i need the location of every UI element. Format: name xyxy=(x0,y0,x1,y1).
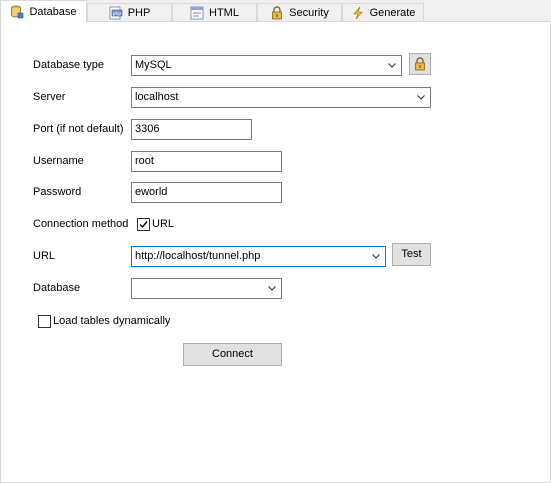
database-type-select[interactable]: MySQL xyxy=(131,55,402,76)
chevron-down-icon xyxy=(417,95,425,100)
database-icon xyxy=(10,5,24,19)
url-checkbox[interactable] xyxy=(137,218,150,231)
server-select[interactable]: localhost xyxy=(131,87,431,108)
lightning-icon xyxy=(351,6,365,20)
url-combobox[interactable]: http://localhost/tunnel.php xyxy=(131,246,386,267)
server-label: Server xyxy=(33,91,66,103)
tab-security-label: Security xyxy=(289,7,329,19)
database-label: Database xyxy=(33,282,81,294)
url-checkbox-label[interactable]: URL xyxy=(152,218,174,230)
php-icon: php xyxy=(109,6,123,20)
tab-database[interactable]: Database xyxy=(0,0,87,23)
tab-generate-label: Generate xyxy=(369,7,416,19)
load-tables-label[interactable]: Load tables dynamically xyxy=(53,315,170,327)
database-type-value: MySQL xyxy=(135,59,172,71)
tab-database-label: Database xyxy=(29,6,77,18)
tab-generate[interactable]: Generate xyxy=(342,3,424,22)
tab-html[interactable]: HTML xyxy=(172,3,257,22)
username-input[interactable]: root xyxy=(131,151,282,172)
password-label: Password xyxy=(33,186,82,198)
server-value: localhost xyxy=(135,91,179,103)
username-label: Username xyxy=(33,155,84,167)
lock-icon xyxy=(270,6,284,20)
chevron-down-icon xyxy=(372,254,380,259)
chevron-down-icon xyxy=(268,286,276,291)
html-icon xyxy=(190,6,204,20)
chevron-down-icon xyxy=(388,63,396,68)
load-tables-checkbox[interactable] xyxy=(38,315,51,328)
test-button[interactable]: Test xyxy=(392,243,431,266)
tab-strip: Database php PHP HTML Security Generate xyxy=(0,0,551,23)
tab-php[interactable]: php PHP xyxy=(87,3,172,22)
svg-text:php: php xyxy=(112,11,121,17)
connection-method-label: Connection method xyxy=(33,218,129,230)
password-input[interactable]: eworld xyxy=(131,182,282,203)
tab-html-label: HTML xyxy=(209,7,239,19)
lock-button[interactable] xyxy=(409,53,431,75)
tab-php-label: PHP xyxy=(127,7,151,19)
database-type-label: Database type xyxy=(33,59,104,71)
url-value: http://localhost/tunnel.php xyxy=(135,250,261,262)
database-select[interactable] xyxy=(131,278,282,299)
connect-button[interactable]: Connect xyxy=(183,343,282,366)
checkmark-icon xyxy=(139,221,148,229)
lock-icon xyxy=(415,57,425,71)
url-label: URL xyxy=(33,250,56,262)
tab-security[interactable]: Security xyxy=(257,3,342,22)
port-label: Port (if not default) xyxy=(33,123,124,135)
port-input[interactable]: 3306 xyxy=(131,119,252,140)
